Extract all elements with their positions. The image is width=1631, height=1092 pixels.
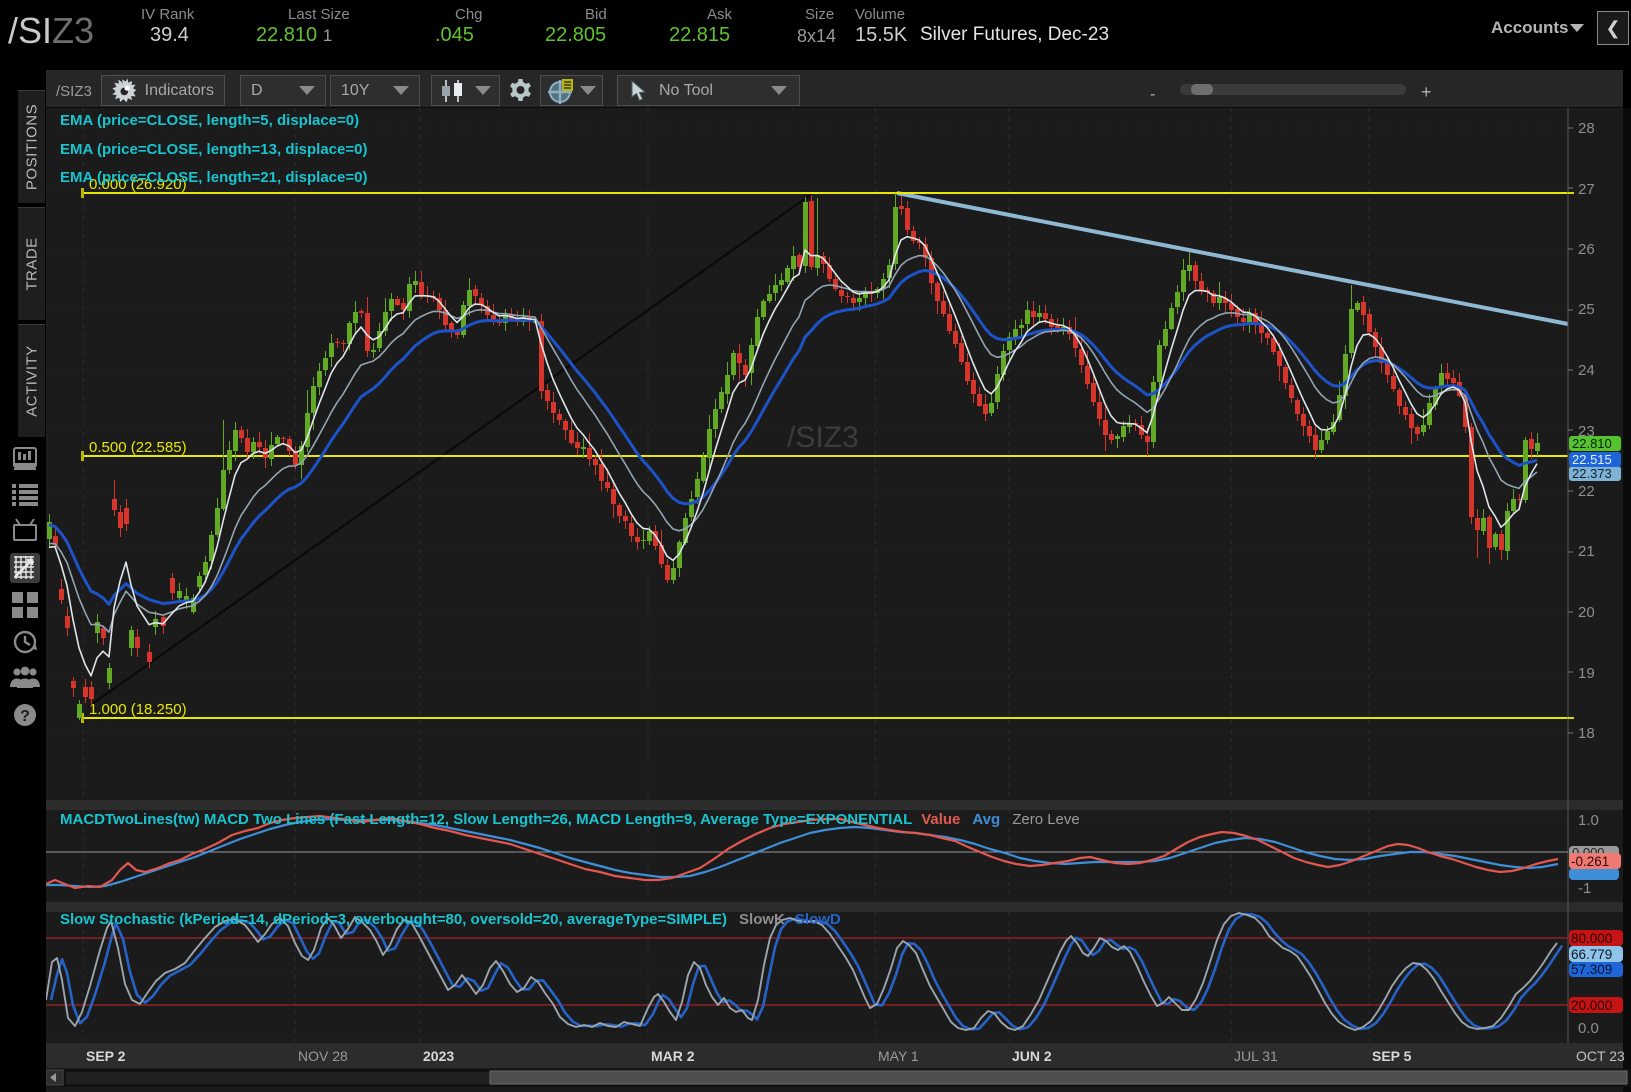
svg-text:0.0: 0.0 bbox=[1578, 1020, 1599, 1037]
svg-text:25: 25 bbox=[1578, 301, 1595, 318]
svg-text:19: 19 bbox=[1578, 665, 1595, 682]
svg-text:-1: -1 bbox=[1578, 880, 1591, 897]
svg-text:20: 20 bbox=[1578, 604, 1595, 621]
svg-text:EMA (price=CLOSE, length=13, d: EMA (price=CLOSE, length=13, displace=0) bbox=[60, 141, 367, 158]
svg-text:NOV 28: NOV 28 bbox=[298, 1048, 348, 1064]
svg-text:22: 22 bbox=[1578, 483, 1595, 500]
svg-text:18: 18 bbox=[1578, 725, 1595, 742]
svg-text:JUL 31: JUL 31 bbox=[1234, 1048, 1278, 1064]
svg-text:Slow Stochastic (kPeriod=14, d: Slow Stochastic (kPeriod=14, dPeriod=3, … bbox=[60, 911, 841, 928]
svg-text:EMA (price=CLOSE, length=5, di: EMA (price=CLOSE, length=5, displace=0) bbox=[60, 112, 359, 129]
svg-text:EMA (price=CLOSE, length=21, d: EMA (price=CLOSE, length=21, displace=0) bbox=[60, 169, 367, 186]
svg-text:24: 24 bbox=[1578, 362, 1595, 379]
svg-text:OCT 23: OCT 23 bbox=[1576, 1048, 1625, 1064]
svg-text:28: 28 bbox=[1578, 120, 1595, 137]
svg-text:20.000: 20.000 bbox=[1571, 998, 1612, 1013]
svg-text:22.515: 22.515 bbox=[1572, 452, 1612, 467]
svg-text:SEP 5: SEP 5 bbox=[1372, 1048, 1412, 1064]
svg-text:1.000 (18.250): 1.000 (18.250) bbox=[89, 701, 187, 718]
svg-text:2023: 2023 bbox=[423, 1048, 454, 1064]
svg-text:0.500 (22.585): 0.500 (22.585) bbox=[89, 439, 187, 456]
svg-text:26: 26 bbox=[1578, 241, 1595, 258]
svg-text:JUN 2: JUN 2 bbox=[1012, 1048, 1052, 1064]
svg-text:57.309: 57.309 bbox=[1571, 962, 1612, 977]
svg-text:/SIZ3: /SIZ3 bbox=[787, 421, 859, 454]
svg-text:21: 21 bbox=[1578, 543, 1595, 560]
svg-text:SEP 2: SEP 2 bbox=[86, 1048, 126, 1064]
svg-text:MAY 1: MAY 1 bbox=[878, 1048, 919, 1064]
svg-text:66.779: 66.779 bbox=[1571, 947, 1612, 962]
svg-text:MACDTwoLines(tw) MACD Two Line: MACDTwoLines(tw) MACD Two Lines (Fast Le… bbox=[60, 811, 1080, 828]
svg-text:80.000: 80.000 bbox=[1571, 931, 1612, 946]
svg-text:27: 27 bbox=[1578, 181, 1595, 198]
svg-text:22.810: 22.810 bbox=[1572, 436, 1612, 451]
svg-text:22.373: 22.373 bbox=[1572, 466, 1612, 481]
svg-text:-0.261: -0.261 bbox=[1571, 854, 1609, 869]
svg-text:1.0: 1.0 bbox=[1578, 812, 1599, 829]
svg-text:?: ? bbox=[20, 708, 30, 725]
svg-text:MAR 2: MAR 2 bbox=[651, 1048, 695, 1064]
